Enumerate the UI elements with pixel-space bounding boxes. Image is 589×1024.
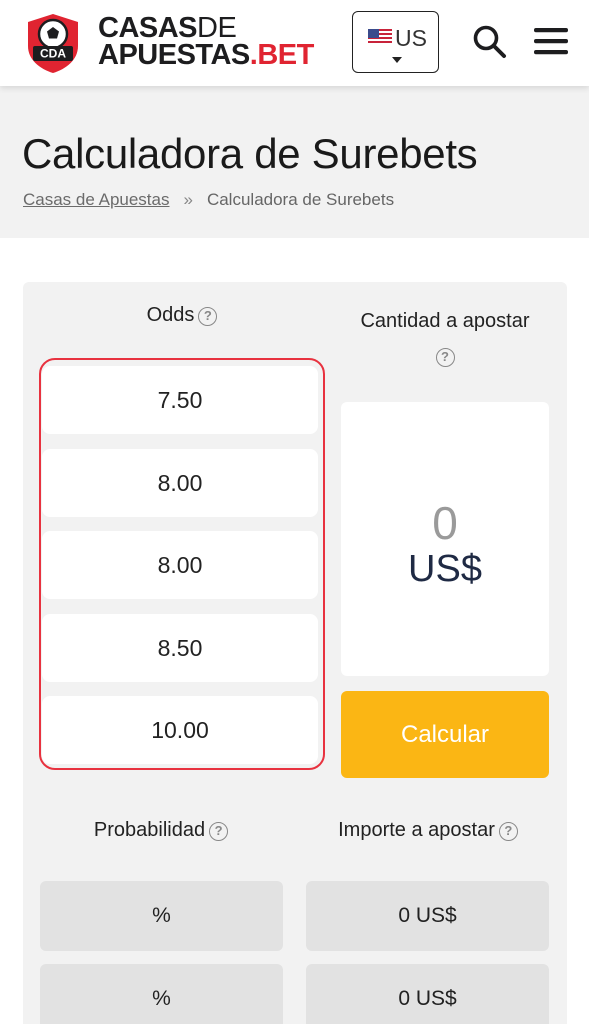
language-selector-button[interactable]: US — [352, 11, 439, 73]
hamburger-menu-icon[interactable] — [534, 26, 568, 56]
us-flag-icon — [368, 29, 392, 45]
svg-text:CDA: CDA — [40, 47, 66, 61]
breadcrumb-current: Calculadora de Surebets — [206, 190, 395, 209]
amount-header: Cantidad a apostar ? — [341, 304, 549, 374]
amount-input-box[interactable]: 0 US$ — [341, 402, 549, 676]
stake-help-icon[interactable]: ? — [498, 822, 518, 841]
stake-header: Importe a apostar? — [306, 819, 550, 842]
stake-header-label: Importe a apostar — [338, 819, 495, 841]
odds-input-5[interactable] — [42, 696, 318, 764]
odds-input-4[interactable] — [42, 614, 318, 682]
odds-help-icon[interactable]: ? — [198, 307, 218, 326]
search-icon[interactable] — [472, 24, 508, 60]
surebet-calculator: Odds? Cantidad a apostar ? 0 US$ Calcula… — [23, 282, 567, 1024]
amount-help-icon[interactable]: ? — [435, 348, 455, 367]
probability-header: Probabilidad? — [39, 819, 283, 842]
amount-currency: US$ — [408, 548, 482, 590]
breadcrumb: Casas de Apuestas » Calculadora de Surebet… — [23, 190, 394, 210]
title-section: Calculadora de Surebets Casas de Apuesta… — [0, 86, 589, 238]
site-logo-text[interactable]: CASASDE APUESTAS.BET — [98, 14, 315, 71]
chevron-down-icon — [392, 57, 402, 63]
breadcrumb-separator: » — [183, 190, 193, 209]
odds-input-3[interactable] — [42, 531, 318, 599]
probability-result-1: % — [40, 881, 283, 951]
site-header: CDA CASASDE APUESTAS.BET US — [0, 0, 589, 86]
odds-input-2[interactable] — [42, 449, 318, 517]
probability-header-label: Probabilidad — [93, 819, 206, 841]
calculate-button[interactable]: Calcular — [341, 691, 549, 778]
breadcrumb-home-link[interactable]: Casas de Apuestas — [23, 190, 169, 209]
language-label: US — [395, 25, 427, 51]
logo-word-apuestas: APUESTAS — [98, 39, 250, 71]
amount-header-label: Cantidad a apostar — [360, 310, 530, 332]
stake-result-2: 0 US$ — [306, 964, 549, 1024]
odds-header-label: Odds — [146, 304, 195, 326]
amount-value: 0 — [432, 497, 458, 549]
shield-logo-icon: CDA — [28, 14, 78, 73]
stake-result-1: 0 US$ — [306, 881, 549, 951]
page-title: Calculadora de Surebets — [22, 130, 478, 177]
site-logo-badge[interactable]: CDA — [22, 12, 84, 74]
odds-input-1[interactable] — [42, 366, 318, 434]
odds-header: Odds? — [39, 304, 325, 327]
logo-word-bet: .BET — [249, 39, 315, 71]
probability-help-icon[interactable]: ? — [209, 822, 229, 841]
probability-result-2: % — [40, 964, 283, 1024]
